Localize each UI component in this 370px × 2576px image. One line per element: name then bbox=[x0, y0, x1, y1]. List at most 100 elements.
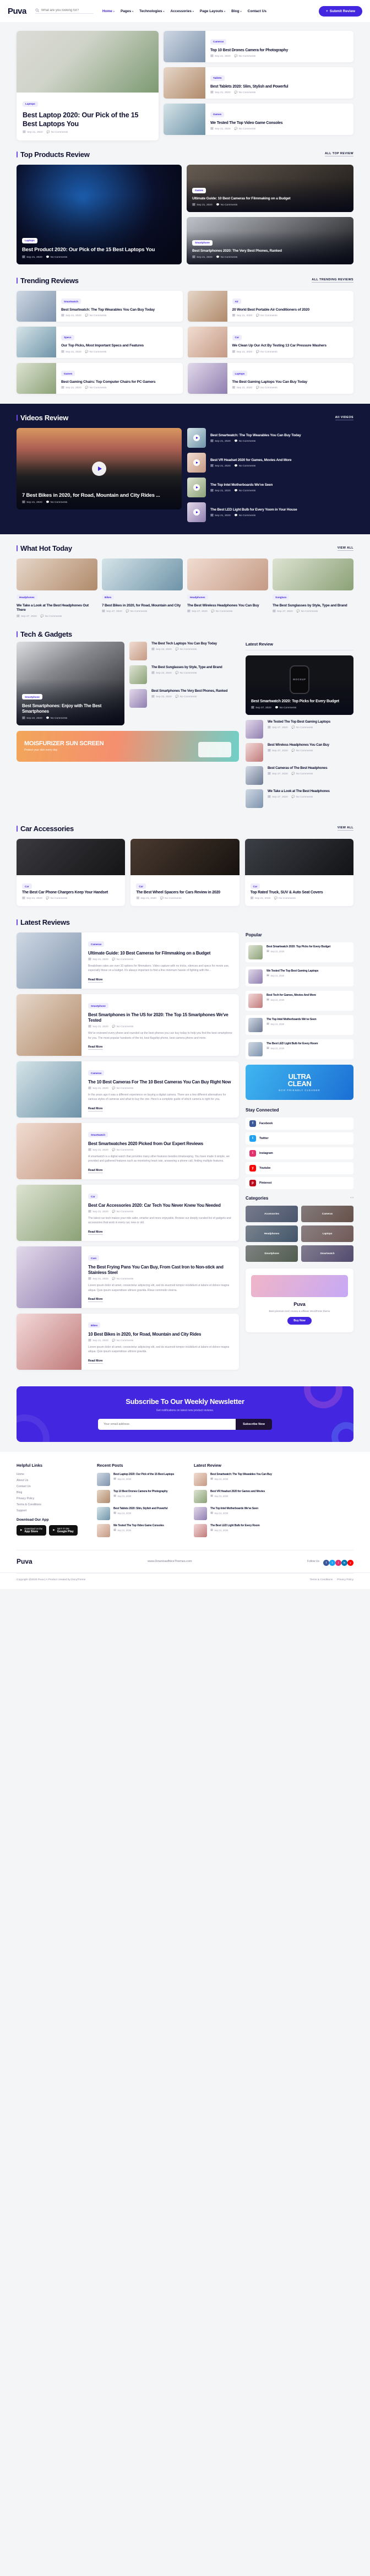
post-category[interactable]: Headphones bbox=[17, 594, 37, 600]
post-category[interactable]: Car bbox=[232, 334, 242, 340]
post-title[interactable]: Ultimate Guide: 10 Best Cameras for Film… bbox=[192, 197, 348, 201]
read-more-link[interactable]: Read More bbox=[88, 978, 103, 983]
nav-item-pages[interactable]: Pages ▾ bbox=[121, 9, 133, 13]
post-category[interactable]: Smartphone bbox=[88, 1003, 108, 1009]
post-title[interactable]: The 10 Best Cameras For The 10 Best Came… bbox=[88, 1080, 232, 1085]
nav-item-accessories[interactable]: Accessories ▾ bbox=[171, 9, 194, 13]
footer-link[interactable]: Home bbox=[17, 1473, 88, 1476]
hero-main-category[interactable]: Laptops bbox=[23, 101, 38, 107]
top-products-see-all[interactable]: ALL TOP REVIEW bbox=[324, 152, 353, 156]
video-list-item[interactable]: Best Smartwatch: The Top Wearables You C… bbox=[187, 428, 353, 448]
read-more-link[interactable]: Read More bbox=[88, 1169, 103, 1173]
post-title[interactable]: The Best Tech Laptops You Can Buy Today bbox=[151, 642, 217, 646]
post-title[interactable]: The Best Frying Pans You Can Buy, From C… bbox=[88, 1265, 232, 1276]
footer-link[interactable]: Terms & Conditions bbox=[17, 1503, 88, 1506]
post-title[interactable]: The Best LED Light Bulb for Every Room bbox=[266, 1042, 318, 1046]
post-category[interactable]: Tablets bbox=[210, 75, 225, 81]
post-title[interactable]: The Best Wheel Spacers for Cars Review i… bbox=[136, 890, 233, 895]
post-category[interactable]: Headphones bbox=[187, 594, 208, 600]
promo-cta-button[interactable]: Buy Now bbox=[287, 1317, 312, 1325]
car-card[interactable]: Car The Best Wheel Spacers for Cars Revie… bbox=[130, 838, 240, 906]
hero-main-title[interactable]: Best Laptop 2020: Our Pick of the 15 Bes… bbox=[23, 111, 153, 129]
post-category[interactable]: Car bbox=[88, 1194, 98, 1200]
ultra-clean-ad[interactable]: ULTRA CLEAN ECO FRIENDLY CLEANER bbox=[246, 1064, 353, 1100]
video-list-item[interactable]: The Top Intel Motherboards We've Seen 🗓 Se… bbox=[187, 478, 353, 498]
tech-list-item[interactable]: The Best Tech Laptops You Can Buy Today 🗓… bbox=[129, 641, 239, 660]
search-box[interactable] bbox=[35, 8, 94, 14]
car-card[interactable]: Car The Best Car Phone Chargers Keep Your… bbox=[17, 838, 126, 906]
post-title[interactable]: Best Smartwatch 2020: Top Picks for Ever… bbox=[266, 945, 330, 949]
post-title[interactable]: 20 World Best Portable Air Conditioners … bbox=[232, 308, 349, 313]
trending-card[interactable]: Games Best Gaming Chairs: Top Computer Ch… bbox=[17, 362, 183, 394]
play-button[interactable] bbox=[193, 435, 200, 442]
top-products-featured-card[interactable]: Laptops Best Product 2020: Our Pick of t… bbox=[17, 164, 182, 264]
post-title[interactable]: Best Smartwatch: The Top Wearables You C… bbox=[210, 1473, 272, 1477]
post-category[interactable]: Car bbox=[22, 883, 32, 890]
hero-side-card[interactable]: Tablets Best Tablets 2020: Slim, Stylish … bbox=[164, 67, 353, 99]
post-title[interactable]: Ultimate Guide: 10 Best Cameras for Film… bbox=[88, 951, 232, 956]
post-category[interactable]: Car bbox=[136, 883, 146, 890]
post-category[interactable]: Smartwatch bbox=[88, 1132, 108, 1138]
top-products-card[interactable]: Games Ultimate Guide: 10 Best Cameras for… bbox=[187, 164, 353, 212]
featured-title[interactable]: Best Product 2020: Our Pick of the 15 Be… bbox=[22, 247, 176, 253]
nav-item-contact-us[interactable]: Contact Us bbox=[248, 9, 266, 13]
post-title[interactable]: Top 10 Best Drones Camera for Photograph… bbox=[113, 1490, 168, 1494]
video-title[interactable]: The Best LED Light Bulb for Every Yoom i… bbox=[210, 508, 297, 512]
video-title[interactable]: Best VR Headset 2020 for Games, Movies A… bbox=[210, 458, 292, 463]
social-row-youtube[interactable]: y Youtube bbox=[246, 1162, 353, 1174]
post-title[interactable]: Best Tech for Games, Movies And More bbox=[266, 994, 316, 997]
post-category[interactable]: Cameras bbox=[210, 39, 227, 45]
latest-review-item[interactable]: We Tested The Top Best Gaming Laptops 🗓 Se… bbox=[246, 719, 353, 739]
submit-review-button[interactable]: + Submit Review bbox=[318, 6, 362, 17]
footer-recent-post[interactable]: Best Laptop 2020: Our Pick of the 15 Bes… bbox=[97, 1472, 185, 1486]
post-category[interactable]: Specs bbox=[61, 334, 74, 340]
post-title[interactable]: The Best Gaming Laptops You Can Buy Toda… bbox=[232, 380, 349, 385]
footer-url[interactable]: www.DownloadNiceThemes.com bbox=[148, 1560, 192, 1563]
sunscreen-ad-banner[interactable]: MOISFURIZER SUN SCREEN Protect your skin… bbox=[17, 730, 239, 762]
trending-see-all[interactable]: ALL TRENDING REVIEWS bbox=[312, 278, 353, 283]
latest-review-card[interactable]: Cameras Ultimate Guide: 10 Best Cameras f… bbox=[17, 932, 239, 989]
footer-link[interactable]: Blog bbox=[17, 1491, 88, 1494]
hot-card[interactable]: Headphones We Take a Look at The Best Hea… bbox=[17, 558, 97, 618]
tech-feature-card[interactable]: Smartphone Best Smartphones: Enjoy with … bbox=[17, 641, 124, 725]
post-title[interactable]: Best Smartphones The Very Best Phones, R… bbox=[151, 689, 227, 693]
play-button[interactable] bbox=[193, 509, 200, 516]
footer-latest-review[interactable]: The Best LED Light Bulb for Every Room 🗓 S… bbox=[194, 1523, 353, 1537]
car-card[interactable]: Car Top Rated Truck, SUV & Auto Seat Cove… bbox=[244, 838, 353, 906]
post-category[interactable]: Bikes bbox=[88, 1322, 101, 1328]
top-products-card[interactable]: Smartphone Best Smartphones 2020: The Ver… bbox=[187, 216, 353, 264]
hot-today-see-all[interactable]: VIEW ALL bbox=[337, 546, 353, 551]
popular-item[interactable]: We Tested The Top Best Gaming Laptops 🗓 Se… bbox=[246, 966, 353, 986]
post-category[interactable]: Smartphone bbox=[192, 240, 213, 246]
instagram-icon[interactable]: i bbox=[335, 1560, 341, 1566]
latest-review-card[interactable]: Car Best Car Accessories 2020: Car Tech Y… bbox=[17, 1184, 239, 1241]
post-title[interactable]: Best Gaming Chairs: Top Computer Chairs … bbox=[61, 380, 178, 385]
hero-side-card[interactable]: Games We Tested The Top Video Game Consol… bbox=[164, 104, 353, 135]
post-category[interactable]: Cameras bbox=[88, 941, 105, 947]
featured-category[interactable]: Laptops bbox=[22, 237, 37, 243]
nav-item-home[interactable]: Home ▾ bbox=[102, 9, 115, 13]
post-category[interactable]: Car bbox=[250, 883, 260, 890]
nav-item-blog[interactable]: Blog ▾ bbox=[231, 9, 241, 13]
hero-side-card[interactable]: Cameras Top 10 Best Drones Camera for Pho… bbox=[164, 31, 353, 63]
newsletter-subscribe-button[interactable]: Subscribe Now bbox=[236, 1418, 272, 1430]
category-tile[interactable]: Smartphone bbox=[246, 1245, 298, 1262]
post-category[interactable]: Laptops bbox=[232, 371, 248, 377]
popular-item[interactable]: Best Smartwatch 2020: Top Picks for Ever… bbox=[246, 942, 353, 962]
post-title[interactable]: Best Smartwatches 2020 Picked from Our E… bbox=[88, 1141, 232, 1147]
twitter-icon[interactable]: t bbox=[329, 1560, 335, 1566]
post-title[interactable]: 10 Best Bikes in 2020, for Road, Mountai… bbox=[88, 1332, 232, 1337]
category-tile[interactable]: Headphones bbox=[246, 1225, 298, 1242]
tech-list-item[interactable]: Best Smartphones The Very Best Phones, R… bbox=[129, 688, 239, 708]
app-store-badge-1[interactable]: ▶ GET IT ON Google Play bbox=[49, 1525, 78, 1536]
post-title[interactable]: Best Laptop 2020: Our Pick of the 15 Bes… bbox=[113, 1473, 174, 1477]
video-title[interactable]: Best Smartwatch: The Top Wearables You C… bbox=[210, 433, 301, 438]
post-title[interactable]: The Best Sunglasses by Style, Type and B… bbox=[273, 604, 353, 608]
post-category[interactable]: Smartwatch bbox=[61, 299, 81, 304]
read-more-link[interactable]: Read More bbox=[88, 1045, 103, 1050]
category-tile[interactable]: Laptops bbox=[301, 1225, 353, 1242]
trending-card[interactable]: Car We Clean Up Our Act By Testing 13 Car… bbox=[187, 327, 353, 358]
footer-logo[interactable]: Puva bbox=[17, 1558, 32, 1565]
play-button[interactable] bbox=[92, 462, 106, 476]
app-store-badge-0[interactable]: ▶ Download on the App Store bbox=[17, 1525, 47, 1536]
